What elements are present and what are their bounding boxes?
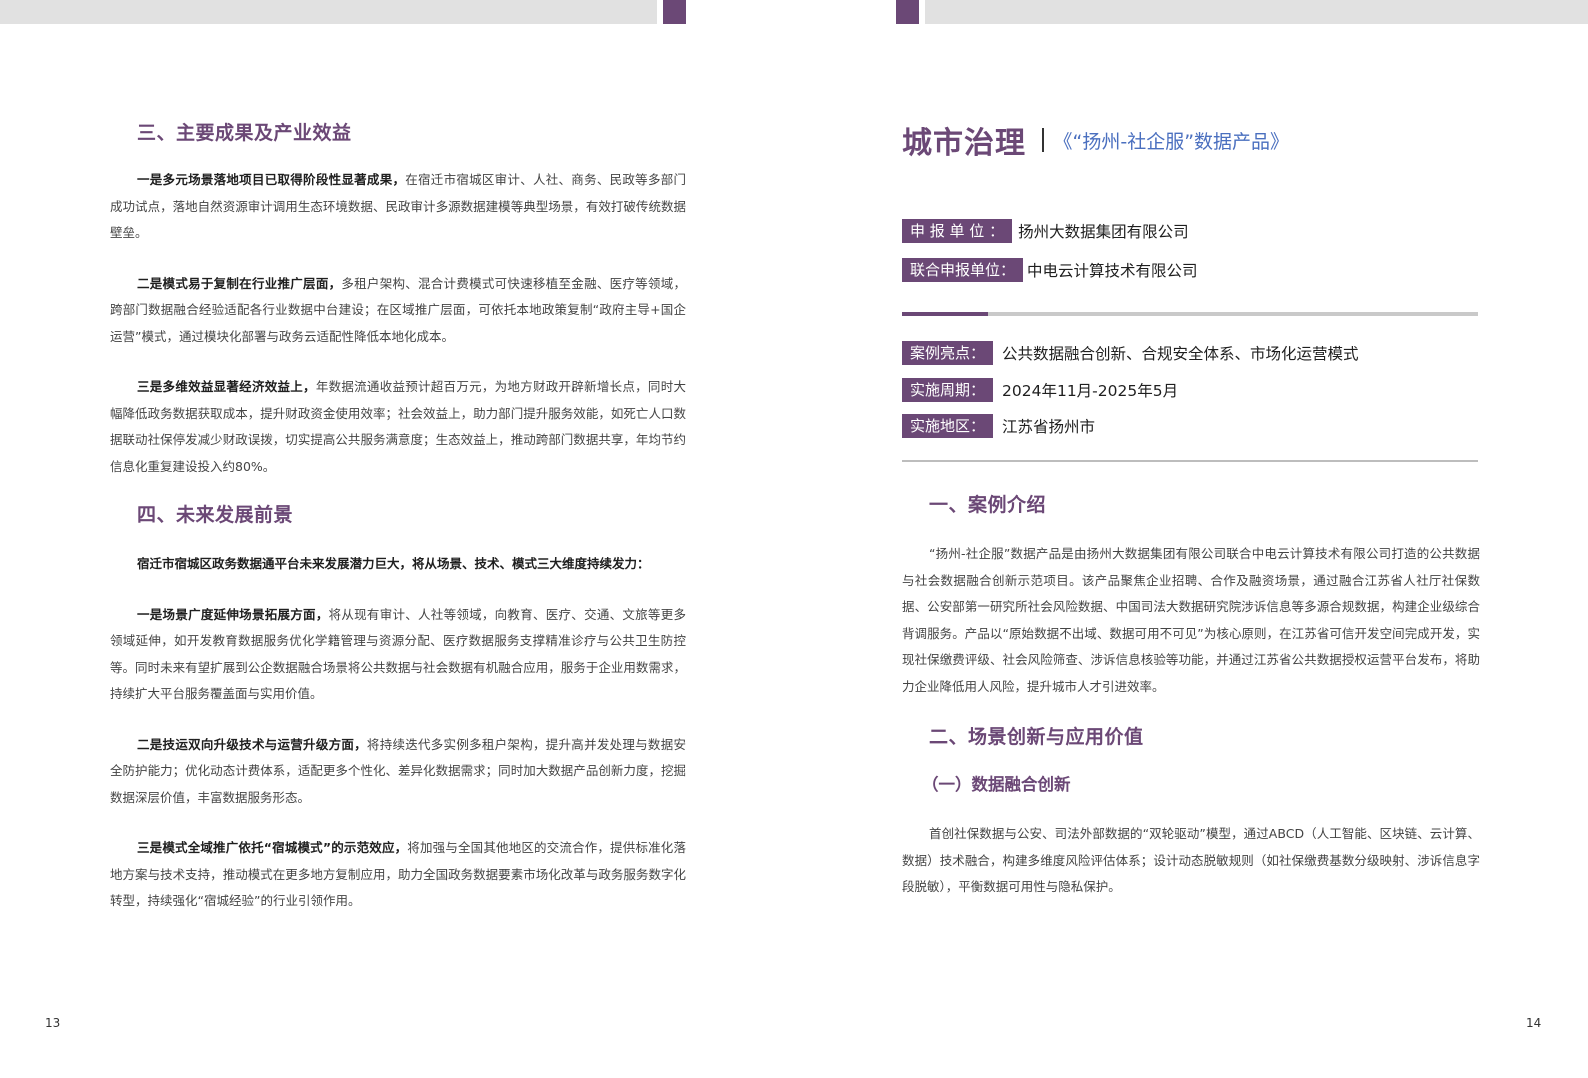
paragraph-future-1: 一是场景广度延伸场景拓展方面，将从现有审计、人社等领域，向教育、医疗、交通、文旅… — [110, 602, 686, 708]
section-title-future: 四、未来发展前景 — [137, 504, 294, 526]
paragraph-results-2: 二是模式易于复制在行业推广层面，多租户架构、混合计费模式可快速移植至金融、医疗等… — [110, 271, 686, 351]
paragraph-case-intro: “扬州-社企服”数据产品是由扬州大数据集团有限公司联合中电云计算技术有限公司打造… — [902, 546, 1480, 694]
paragraph-future-2: 二是技运双向升级技术与运营升级方面，将持续迭代多实例多租户架构，提升高并发处理与… — [110, 732, 686, 812]
paragraph-lead: 宿迁市宿城区政务数据通平台未来发展潜力巨大，将从场景、技术、模式三大维度持续发力… — [137, 556, 650, 571]
header-bar-left — [0, 0, 657, 24]
paragraph-future-3: 三是模式全域推广依托“宿城模式”的示范效应，将加强与全国其他地区的交流合作，提供… — [110, 835, 686, 915]
co-applicant-row: 联合申报单位： 中电云计算技术有限公司 — [902, 258, 1198, 282]
applicant-value: 扬州大数据集团有限公司 — [1018, 223, 1189, 241]
co-applicant-label: 联合申报单位： — [902, 258, 1024, 282]
paragraph-lead: 二是技运双向升级技术与运营升级方面， — [137, 736, 367, 752]
category-title: 城市治理 — [902, 126, 1026, 161]
case-title-row: 城市治理 《“扬州-社企服”数据产品》 — [902, 118, 1289, 162]
divider-accent — [902, 312, 988, 316]
subsection-title-data-fusion: （一）数据融合创新 — [922, 775, 1071, 794]
left-page: 三、主要成果及产业效益 一是多元场景落地项目已取得阶段性显著成果，在宿迁市宿城区… — [110, 118, 686, 915]
divider-thin — [902, 460, 1478, 462]
highlight-row: 案例亮点： 公共数据融合创新、合规安全体系、市场化运营模式 — [902, 341, 1359, 365]
highlight-value: 公共数据融合创新、合规安全体系、市场化运营模式 — [1002, 345, 1359, 363]
period-label: 实施周期： — [902, 378, 994, 402]
paragraph-data-fusion: 首创社保数据与公安、司法外部数据的“双轮驱动”模型，通过ABCD（人工智能、区块… — [902, 826, 1480, 894]
paragraph-results-3: 三是多维效益显著经济效益上，年数据流通收益预计超百万元，为地方财政开辟新增长点，… — [110, 374, 686, 480]
region-value: 江苏省扬州市 — [1002, 418, 1096, 436]
title-divider — [1042, 128, 1044, 152]
right-page-body: 一、案例介绍 “扬州-社企服”数据产品是由扬州大数据集团有限公司联合中电云计算技… — [902, 490, 1480, 901]
period-value: 2024年11月-2025年5月 — [1002, 382, 1179, 400]
paragraph-future-intro: 宿迁市宿城区政务数据通平台未来发展潜力巨大，将从场景、技术、模式三大维度持续发力… — [110, 551, 686, 578]
period-row: 实施周期： 2024年11月-2025年5月 — [902, 378, 1178, 402]
paragraph-lead: 一是场景广度延伸场景拓展方面， — [137, 606, 329, 622]
region-row: 实施地区： 江苏省扬州市 — [902, 414, 1095, 438]
page-number-left: 13 — [45, 1016, 61, 1030]
paragraph-results-1: 一是多元场景落地项目已取得阶段性显著成果，在宿迁市宿城区审计、人社、商务、民政等… — [110, 167, 686, 247]
paragraph-lead: 二是模式易于复制在行业推广层面， — [137, 275, 342, 291]
page-number-right: 14 — [1526, 1016, 1542, 1030]
section-title-intro: 一、案例介绍 — [929, 494, 1047, 516]
header-tab-right — [896, 0, 919, 24]
header-tab-left — [663, 0, 686, 24]
header-bar-right — [925, 0, 1588, 24]
applicant-label: 申 报 单 位 ： — [902, 219, 1013, 243]
product-title: 《“扬州-社企服”数据产品》 — [1053, 130, 1290, 153]
co-applicant-value: 中电云计算技术有限公司 — [1027, 262, 1198, 280]
highlight-label: 案例亮点： — [902, 341, 994, 365]
paragraph-lead: 一是多元场景落地项目已取得阶段性显著成果， — [137, 172, 406, 187]
region-label: 实施地区： — [902, 414, 994, 438]
paragraph-lead: 三是多维效益显著经济效益上， — [137, 379, 316, 394]
section-title-innovation: 二、场景创新与应用价值 — [929, 726, 1144, 748]
section-title-results: 三、主要成果及产业效益 — [137, 122, 352, 144]
paragraph-lead: 三是模式全域推广依托“宿城模式”的示范效应， — [137, 840, 408, 855]
divider-thick — [902, 312, 1478, 316]
applicant-row: 申 报 单 位 ： 扬州大数据集团有限公司 — [902, 219, 1189, 243]
